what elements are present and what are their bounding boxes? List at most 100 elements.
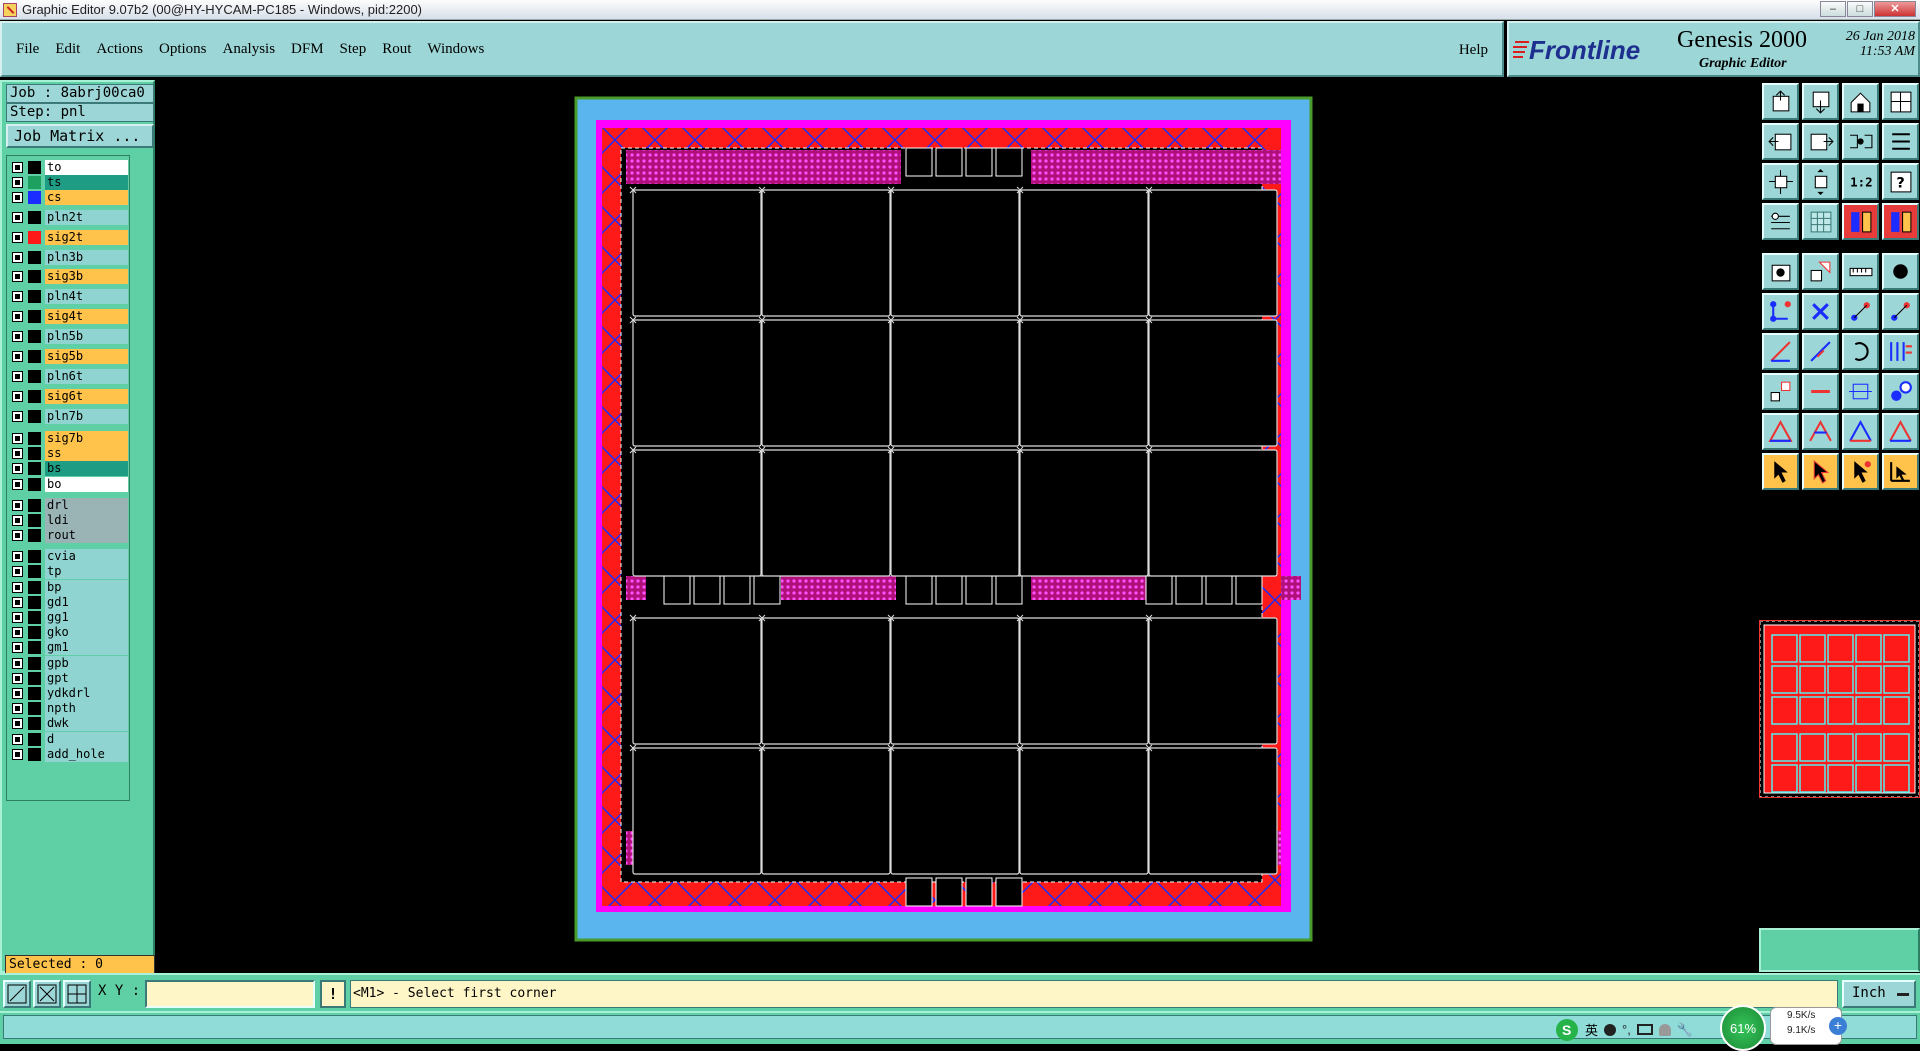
menu-file[interactable]: File <box>16 41 39 58</box>
layer-visibility-checkbox[interactable] <box>12 642 23 654</box>
layer-name[interactable]: gg1 <box>45 609 128 625</box>
minimize-button[interactable]: – <box>1820 1 1846 17</box>
tool-pan-right-button[interactable] <box>1802 123 1839 160</box>
layer-row-pln7b[interactable]: pln7b <box>10 408 128 424</box>
layer-name[interactable]: sig6t <box>45 388 128 404</box>
layer-row-gg1[interactable]: gg1 <box>10 609 128 625</box>
layer-color-swatch[interactable] <box>28 717 41 731</box>
layer-row-pln3b[interactable]: pln3b <box>10 249 128 265</box>
layer-name[interactable]: sig5b <box>45 349 128 365</box>
tool-transform-button[interactable] <box>1802 253 1839 290</box>
layer-color-swatch[interactable] <box>28 310 41 324</box>
layer-row-pln5b[interactable]: pln5b <box>10 329 128 345</box>
execute-button[interactable]: ! <box>320 980 346 1008</box>
menu-analysis[interactable]: Analysis <box>223 41 276 58</box>
layer-visibility-checkbox[interactable] <box>12 478 23 490</box>
layer-color-swatch[interactable] <box>28 447 41 461</box>
tool-compare-alt-button[interactable] <box>1882 203 1919 240</box>
layer-color-swatch[interactable] <box>28 175 41 189</box>
layer-name[interactable]: bp <box>45 579 128 595</box>
tool-compare-button[interactable] <box>1842 203 1879 240</box>
layer-row-d[interactable]: d <box>10 731 128 747</box>
grid-snap-button[interactable] <box>33 980 61 1008</box>
layer-row-pln2t[interactable]: pln2t <box>10 209 128 225</box>
tool-zoom-vertical-button[interactable] <box>1802 163 1839 200</box>
layer-visibility-checkbox[interactable] <box>12 370 23 382</box>
menu-actions[interactable]: Actions <box>96 41 143 58</box>
tool-copy-button[interactable] <box>1882 373 1919 410</box>
tool-scale-button[interactable]: 1:2 <box>1842 163 1879 200</box>
layer-color-swatch[interactable] <box>28 409 41 423</box>
layer-visibility-checkbox[interactable] <box>12 351 23 363</box>
layer-name[interactable]: gd1 <box>45 594 128 610</box>
layer-color-swatch[interactable] <box>28 610 41 624</box>
layer-visibility-checkbox[interactable] <box>12 448 23 460</box>
layer-row-gpt[interactable]: gpt <box>10 670 128 686</box>
layer-visibility-checkbox[interactable] <box>12 291 23 303</box>
layer-name[interactable]: pln4t <box>45 289 128 305</box>
close-button[interactable]: ✕ <box>1874 1 1916 17</box>
layer-row-cs[interactable]: cs <box>10 189 128 205</box>
layer-visibility-checkbox[interactable] <box>12 596 23 608</box>
tool-polygon-edit-button[interactable] <box>1842 413 1879 450</box>
layer-row-bp[interactable]: bp <box>10 579 128 595</box>
layer-name[interactable]: ydkdrl <box>45 686 128 701</box>
layer-row-bo[interactable]: bo <box>10 476 128 492</box>
tool-mirror-button[interactable] <box>1842 373 1879 410</box>
layer-name[interactable]: npth <box>45 701 128 717</box>
layer-color-swatch[interactable] <box>28 641 41 655</box>
maximize-button[interactable]: □ <box>1847 1 1873 17</box>
tool-cut-button[interactable] <box>1802 373 1839 410</box>
layer-color-swatch[interactable] <box>28 250 41 264</box>
layer-visibility-checkbox[interactable] <box>12 703 23 715</box>
layer-color-swatch[interactable] <box>28 580 41 594</box>
menu-dfm[interactable]: DFM <box>291 41 324 58</box>
xy-input[interactable] <box>145 980 315 1008</box>
menu-help[interactable]: Help <box>1459 42 1488 59</box>
layer-color-swatch[interactable] <box>28 529 41 543</box>
ime-language[interactable]: 英 <box>1585 1020 1598 1039</box>
layer-row-pln6t[interactable]: pln6t <box>10 368 128 384</box>
layer-name[interactable]: d <box>45 731 128 747</box>
layer-name[interactable]: pln6t <box>45 368 128 384</box>
tool-select-pointer-button[interactable] <box>1762 453 1799 490</box>
layer-visibility-checkbox[interactable] <box>12 176 23 188</box>
layer-name[interactable]: gpb <box>45 655 128 671</box>
layer-color-swatch[interactable] <box>28 330 41 344</box>
layer-row-sig7b[interactable]: sig7b <box>10 430 128 446</box>
layer-name[interactable]: dwk <box>45 716 128 732</box>
tool-measure-button[interactable] <box>1842 253 1879 290</box>
layer-visibility-checkbox[interactable] <box>12 627 23 639</box>
layer-name[interactable]: ss <box>45 446 128 462</box>
layer-color-swatch[interactable] <box>28 160 41 174</box>
menu-windows[interactable]: Windows <box>427 41 484 58</box>
panel-view[interactable] <box>155 80 1759 973</box>
tool-split-view-button[interactable] <box>1882 83 1919 120</box>
layer-color-swatch[interactable] <box>28 626 41 640</box>
layer-color-swatch[interactable] <box>28 702 41 716</box>
layer-color-swatch[interactable] <box>28 595 41 609</box>
layer-visibility-checkbox[interactable] <box>12 432 23 444</box>
tool-pad-button[interactable] <box>1882 253 1919 290</box>
tool-step-up-button[interactable] <box>1762 83 1799 120</box>
layer-row-gd1[interactable]: gd1 <box>10 594 128 610</box>
layer-name[interactable]: gpt <box>45 670 128 686</box>
layer-name[interactable]: ldi <box>45 512 128 528</box>
tool-connect-alt-button[interactable] <box>1882 293 1919 330</box>
layer-visibility-checkbox[interactable] <box>12 530 23 542</box>
tool-select-area-button[interactable] <box>1882 453 1919 490</box>
layer-row-ss[interactable]: ss <box>10 446 128 462</box>
layer-row-bs[interactable]: bs <box>10 461 128 477</box>
layer-row-gm1[interactable]: gm1 <box>10 640 128 656</box>
layer-color-swatch[interactable] <box>28 431 41 445</box>
tool-select-pointer-alt-button[interactable] <box>1802 453 1839 490</box>
layer-visibility-checkbox[interactable] <box>12 611 23 623</box>
layer-row-sig4t[interactable]: sig4t <box>10 309 128 325</box>
layer-name[interactable]: rout <box>45 528 128 544</box>
layer-name[interactable]: gko <box>45 625 128 641</box>
snap-mode-button[interactable] <box>3 980 31 1008</box>
layer-row-sig3b[interactable]: sig3b <box>10 269 128 285</box>
layer-name[interactable]: sig4t <box>45 309 128 325</box>
layer-visibility-checkbox[interactable] <box>12 672 23 684</box>
wrench-icon[interactable]: 🔧 <box>1677 1022 1693 1038</box>
